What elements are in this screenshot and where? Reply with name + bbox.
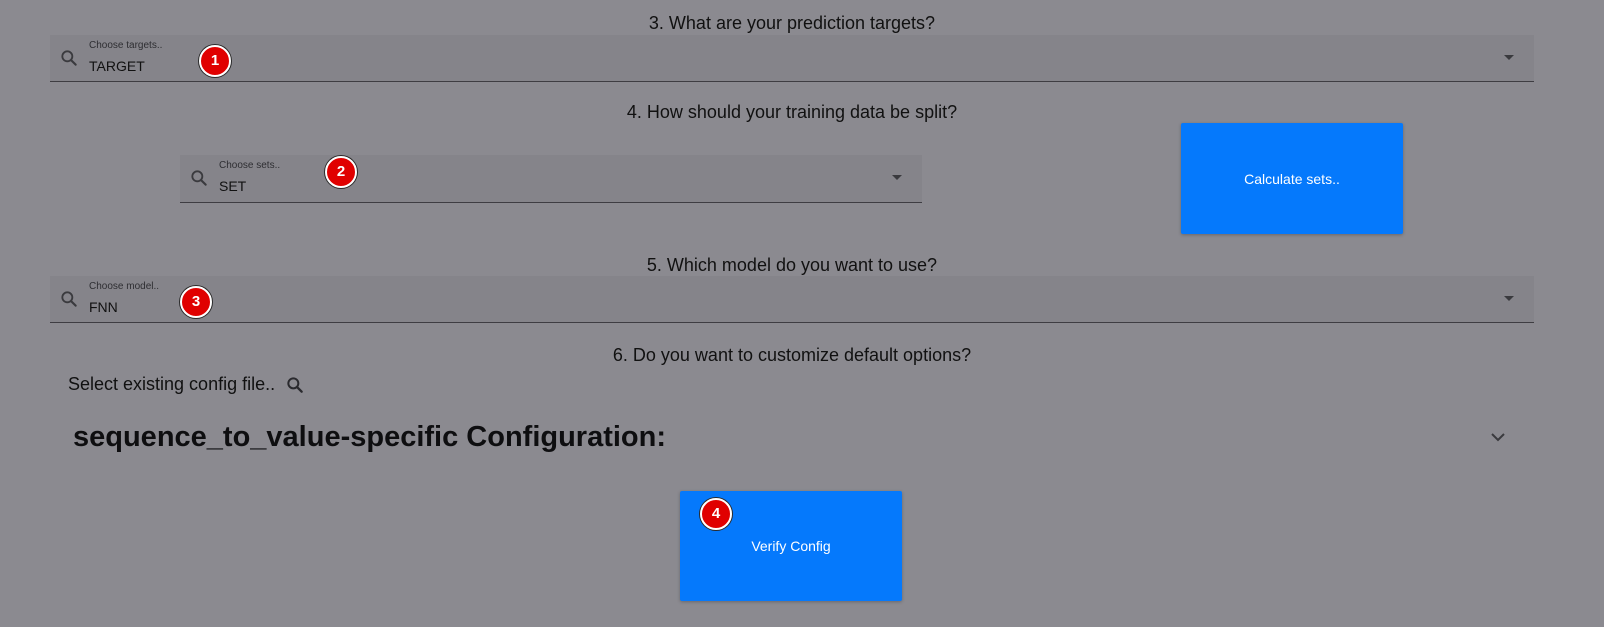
sets-select-label: Choose sets.. xyxy=(219,160,281,171)
search-icon xyxy=(191,170,207,186)
question-customize-options: 6. Do you want to customize default opti… xyxy=(612,345,972,365)
caret-down-icon[interactable] xyxy=(892,175,902,180)
configuration-section-title: sequence_to_value-specific Configuration… xyxy=(73,421,667,453)
search-icon xyxy=(61,50,77,66)
model-select-label: Choose model.. xyxy=(89,281,160,292)
search-icon xyxy=(61,291,77,307)
chevron-down-icon[interactable] xyxy=(1489,431,1507,443)
targets-select-label: Choose targets.. xyxy=(89,40,163,51)
caret-down-icon[interactable] xyxy=(1504,296,1514,301)
sets-select-value: SET xyxy=(219,178,247,194)
model-select[interactable]: Choose model.. FNN xyxy=(50,276,1534,323)
question-data-split: 4. How should your training data be spli… xyxy=(626,102,958,122)
targets-select-value: TARGET xyxy=(89,58,145,74)
question-model: 5. Which model do you want to use? xyxy=(646,255,938,275)
config-file-selector[interactable]: Select existing config file.. xyxy=(68,374,305,395)
question-prediction-targets: 3. What are your prediction targets? xyxy=(648,13,936,33)
caret-down-icon[interactable] xyxy=(1504,55,1514,60)
sets-select[interactable]: Choose sets.. SET xyxy=(180,155,922,203)
config-file-label: Select existing config file.. xyxy=(68,374,276,394)
targets-select[interactable]: Choose targets.. TARGET xyxy=(50,35,1534,82)
annotation-badge-4: 4 xyxy=(700,498,732,530)
search-icon[interactable] xyxy=(285,375,305,395)
model-select-value: FNN xyxy=(89,299,118,315)
annotation-badge-1: 1 xyxy=(199,45,231,77)
annotation-badge-3: 3 xyxy=(180,286,212,318)
annotation-badge-2: 2 xyxy=(325,156,357,188)
calculate-sets-button[interactable]: Calculate sets.. xyxy=(1181,123,1403,234)
